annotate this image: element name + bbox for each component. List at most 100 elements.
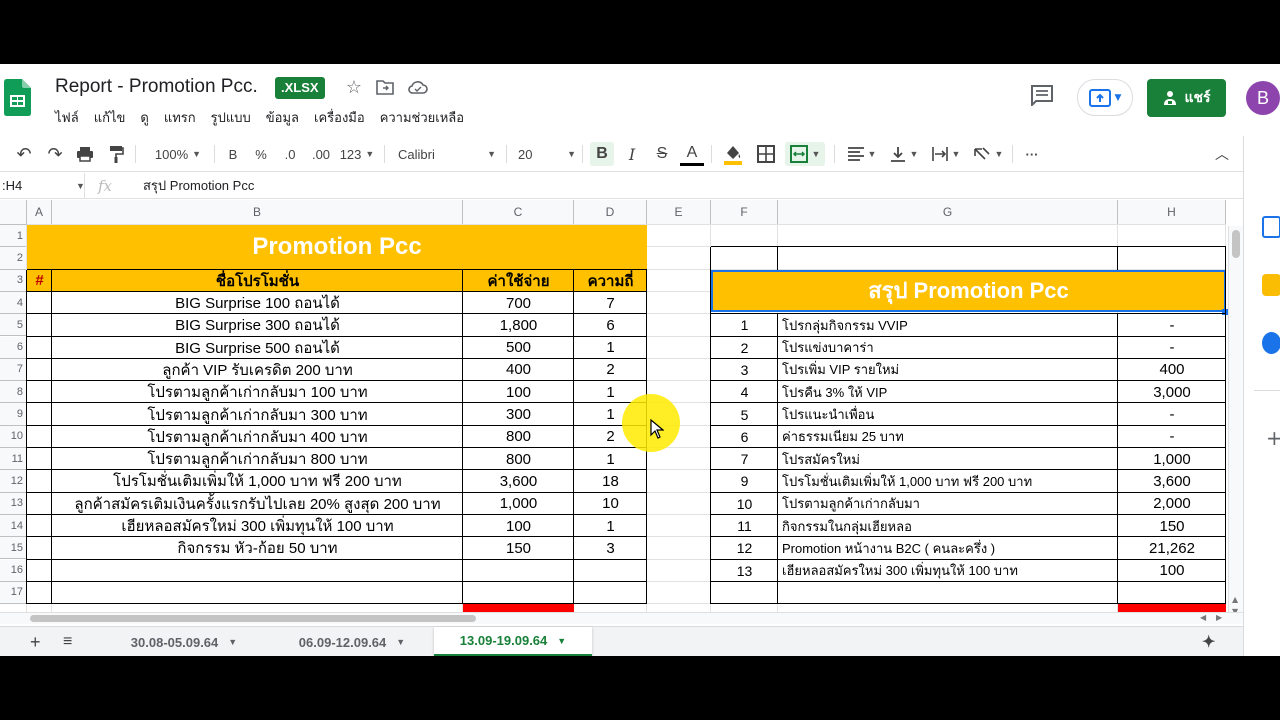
vertical-scrollbar[interactable]: ▲ ▼ xyxy=(1228,226,1243,620)
cost-cell[interactable]: 700 xyxy=(463,292,574,314)
promotion-name-cell[interactable]: โปรตามลูกค้าเก่ากลับมา 800 บาท xyxy=(52,448,463,470)
summary-number-cell[interactable]: 7 xyxy=(711,448,778,470)
align-horizontal-icon[interactable]: ▼ xyxy=(844,142,880,166)
text-rotation-icon[interactable]: ▼ xyxy=(970,142,1006,166)
row-header[interactable]: 15 xyxy=(0,537,27,560)
promotion-name-cell[interactable]: โปรโมชั่นเติมเพิ่มให้ 1,000 บาท ฟรี 200 … xyxy=(52,470,463,492)
spreadsheet-grid[interactable]: A B C D E F G H 1 2 3 4 5 6 7 8 9 10 11 12 13 14 15 16 17 Promoti… xyxy=(0,200,1243,620)
cost-cell[interactable]: 1,800 xyxy=(463,314,574,336)
summary-value-cell[interactable]: 150 xyxy=(1118,515,1226,537)
explore-icon[interactable]: ✦ xyxy=(1202,627,1215,656)
align-vertical-icon[interactable]: ▼ xyxy=(886,142,922,166)
cost-header[interactable]: ค่าใช้จ่าย xyxy=(463,269,574,292)
scroll-up-icon[interactable]: ▲ xyxy=(1232,595,1238,604)
all-sheets-icon[interactable]: ≡ xyxy=(63,627,72,656)
row-header[interactable]: 12 xyxy=(0,470,27,493)
cost-cell[interactable]: 100 xyxy=(463,515,574,537)
row-header[interactable]: 7 xyxy=(0,358,27,382)
zoom-select[interactable]: 100% ▼ xyxy=(148,142,208,166)
frequency-cell[interactable]: 10 xyxy=(574,493,647,515)
menu-help[interactable]: ความช่วยเหลือ xyxy=(380,107,464,128)
summary-number-cell[interactable]: 1 xyxy=(711,314,778,336)
summary-value-cell[interactable]: - xyxy=(1118,426,1226,448)
formula-input[interactable]: สรุป Promotion Pcc xyxy=(143,173,254,199)
menu-data[interactable]: ข้อมูล xyxy=(266,107,299,128)
hash-header[interactable]: # xyxy=(27,269,52,292)
column-header-g[interactable]: G xyxy=(778,200,1118,225)
font-select[interactable]: Calibri ▼ xyxy=(398,142,496,166)
menu-format[interactable]: รูปแบบ xyxy=(211,107,251,128)
italic-button[interactable]: I xyxy=(620,142,644,166)
comment-history-icon[interactable] xyxy=(1030,84,1054,106)
column-header-b[interactable]: B xyxy=(52,200,463,225)
promotion-name-cell[interactable]: โปรตามลูกค้าเก่ากลับมา 300 บาท xyxy=(52,403,463,425)
menu-tools[interactable]: เครื่องมือ xyxy=(314,107,365,128)
menu-insert[interactable]: แทรก xyxy=(164,107,196,128)
cost-cell[interactable]: 800 xyxy=(463,448,574,470)
summary-name-cell[interactable]: กิจกรรมในกลุ่มเฮียหลอ xyxy=(778,515,1118,537)
sheet-tab-2[interactable]: 06.09-12.09.64 ▼ xyxy=(272,627,432,656)
text-wrapping-icon[interactable]: ▼ xyxy=(928,142,964,166)
menu-view[interactable]: ดู xyxy=(140,107,148,128)
name-box[interactable]: :H4 ▼ xyxy=(0,173,85,199)
cost-cell[interactable]: 500 xyxy=(463,337,574,359)
row-header[interactable]: 13 xyxy=(0,492,27,515)
text-color-button[interactable]: A xyxy=(680,142,704,166)
share-button[interactable]: แชร์ xyxy=(1147,79,1226,117)
promotion-name-cell[interactable]: ลูกค้าสมัครเติมเงินครั้งแรกรับไปเลย 20% … xyxy=(52,493,463,515)
row-header[interactable]: 16 xyxy=(0,559,27,582)
menu-edit[interactable]: แก้ไข xyxy=(94,107,126,128)
frequency-cell[interactable]: 1 xyxy=(574,448,647,470)
document-title[interactable]: Report - Promotion Pcc. xyxy=(55,76,258,98)
cost-cell[interactable]: 1,000 xyxy=(463,493,574,515)
menu-file[interactable]: ไฟล์ xyxy=(55,107,79,128)
row-header[interactable]: 14 xyxy=(0,514,27,538)
column-header-d[interactable]: D xyxy=(574,200,647,225)
summary-value-cell[interactable]: 2,000 xyxy=(1118,493,1226,515)
scroll-left-icon[interactable]: ◀ xyxy=(1200,613,1206,622)
promotion-name-cell[interactable]: โปรตามลูกค้าเก่ากลับมา 100 บาท xyxy=(52,381,463,403)
column-header-a[interactable]: A xyxy=(27,200,52,225)
frequency-cell[interactable]: 2 xyxy=(574,359,647,381)
summary-number-cell[interactable]: 4 xyxy=(711,381,778,403)
present-button[interactable]: ▼ xyxy=(1077,79,1133,116)
fill-color-icon[interactable] xyxy=(721,142,745,166)
summary-value-cell[interactable]: 3,000 xyxy=(1118,381,1226,403)
frequency-cell[interactable]: 6 xyxy=(574,314,647,336)
move-folder-icon[interactable] xyxy=(374,76,396,98)
summary-name-cell[interactable]: โปรตามลูกค้าเก่ากลับมา xyxy=(778,493,1118,515)
column-header-f[interactable]: F xyxy=(711,200,778,225)
cloud-status-icon[interactable] xyxy=(407,76,429,98)
cost-cell[interactable]: 300 xyxy=(463,403,574,425)
promotion-name-cell[interactable]: ลูกค้า VIP รับเครดิต 200 บาท xyxy=(52,359,463,381)
column-header-e[interactable]: E xyxy=(647,200,711,225)
summary-name-cell[interactable]: โปรกลุ่มกิจกรรม VVIP xyxy=(778,314,1118,336)
horizontal-scroll-thumb[interactable] xyxy=(30,615,476,622)
summary-value-cell[interactable]: 400 xyxy=(1118,359,1226,381)
summary-number-cell[interactable]: 12 xyxy=(711,537,778,559)
promotion-name-cell[interactable]: เฮียหลอสมัครใหม่ 300 เพิ่มทุนให้ 100 บาท xyxy=(52,515,463,537)
summary-name-cell[interactable]: Promotion หน้างาน B2C ( คนละครึ่ง ) xyxy=(778,537,1118,559)
cost-cell[interactable]: 400 xyxy=(463,359,574,381)
avatar[interactable]: B xyxy=(1246,81,1280,115)
row-header[interactable]: 10 xyxy=(0,425,27,448)
row-header[interactable]: 1 xyxy=(0,225,27,248)
cost-cell[interactable]: 100 xyxy=(463,381,574,403)
summary-number-cell[interactable]: 3 xyxy=(711,359,778,381)
percent-format-button[interactable]: % xyxy=(252,142,270,166)
borders-icon[interactable] xyxy=(754,142,778,166)
paint-format-icon[interactable] xyxy=(104,142,128,166)
summary-value-cell[interactable]: 3,600 xyxy=(1118,470,1226,492)
column-header-c[interactable]: C xyxy=(463,200,574,225)
frequency-cell[interactable]: 18 xyxy=(574,470,647,492)
sheet-tab-1[interactable]: 30.08-05.09.64 ▼ xyxy=(104,627,264,656)
promotion-name-cell[interactable]: BIG Surprise 500 ถอนได้ xyxy=(52,337,463,359)
summary-name-cell[interactable]: ค่าธรรมเนียม 25 บาท xyxy=(778,426,1118,448)
summary-value-cell[interactable]: - xyxy=(1118,337,1226,359)
promotion-name-header[interactable]: ชื่อโปรโมชั่น xyxy=(52,269,463,292)
summary-number-cell[interactable]: 10 xyxy=(711,493,778,515)
summary-value-cell[interactable]: 21,262 xyxy=(1118,537,1226,559)
row-header[interactable]: 3 xyxy=(0,269,27,292)
summary-name-cell[interactable]: โปรสมัครใหม่ xyxy=(778,448,1118,470)
tasks-icon[interactable] xyxy=(1262,332,1280,354)
